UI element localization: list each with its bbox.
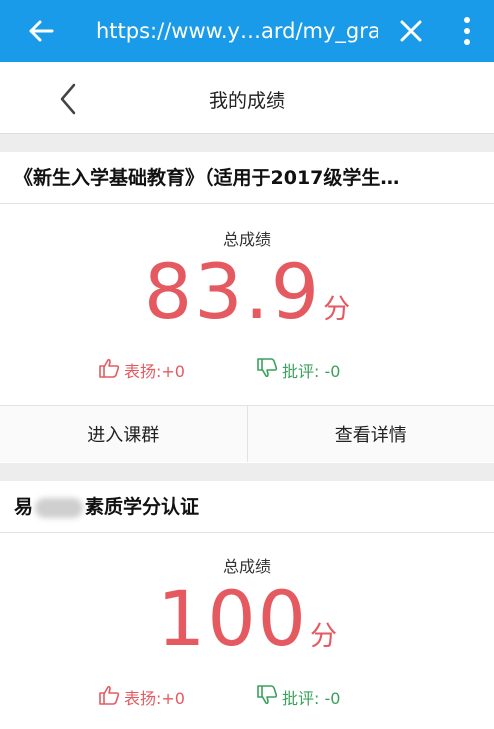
grade-card: 《新生入学基础教育》（适用于2017级学生… 总成绩 83.9分 表扬:+0 批… [0, 152, 494, 463]
total-score: 100分 [0, 574, 494, 663]
praise-text: 表扬:+0 [124, 362, 185, 381]
browser-toolbar: https://www.y…ard/my_grade [0, 0, 494, 62]
critique-text: 批评: -0 [282, 362, 341, 381]
enter-group-button[interactable]: 进入课群 [0, 406, 247, 462]
grade-card: 易素质学分认证 总成绩 100分 表扬:+0 批评: -0 [0, 481, 494, 729]
thumbs-up-icon [98, 685, 120, 709]
score-unit: 分 [323, 294, 351, 325]
page-header: 我的成绩 [0, 62, 494, 134]
course-name-prefix: 易 [14, 496, 34, 518]
url-text[interactable]: https://www.y…ard/my_grade [96, 18, 378, 44]
critique-text: 批评: -0 [282, 689, 341, 708]
back-arrow-icon[interactable] [24, 14, 58, 48]
praise-count[interactable]: 表扬:+0 [98, 685, 185, 709]
more-vertical-icon[interactable] [456, 12, 478, 50]
course-name-suffix: 素质学分认证 [85, 496, 200, 518]
thumbs-up-icon [98, 358, 120, 382]
praise-text: 表扬:+0 [124, 689, 185, 708]
course-name: 易 素质学分认证 [0, 481, 494, 533]
score-value: 83.9 [143, 247, 322, 336]
view-details-button[interactable]: 查看详情 [246, 406, 494, 462]
redacted-text [35, 497, 84, 518]
card-actions: 进入课群 查看详情 [0, 405, 494, 462]
thumbs-down-icon [256, 358, 278, 382]
score-value: 100 [156, 574, 309, 663]
close-icon[interactable] [394, 14, 428, 48]
course-name: 《新生入学基础教育》（适用于2017级学生… [0, 152, 494, 204]
critique-count[interactable]: 批评: -0 [256, 685, 340, 709]
total-score: 83.9分 [0, 247, 494, 336]
critique-count[interactable]: 批评: -0 [256, 358, 340, 382]
page-title: 我的成绩 [208, 90, 285, 112]
thumbs-down-icon [256, 685, 278, 709]
score-unit: 分 [310, 621, 338, 652]
praise-count[interactable]: 表扬:+0 [98, 358, 185, 382]
